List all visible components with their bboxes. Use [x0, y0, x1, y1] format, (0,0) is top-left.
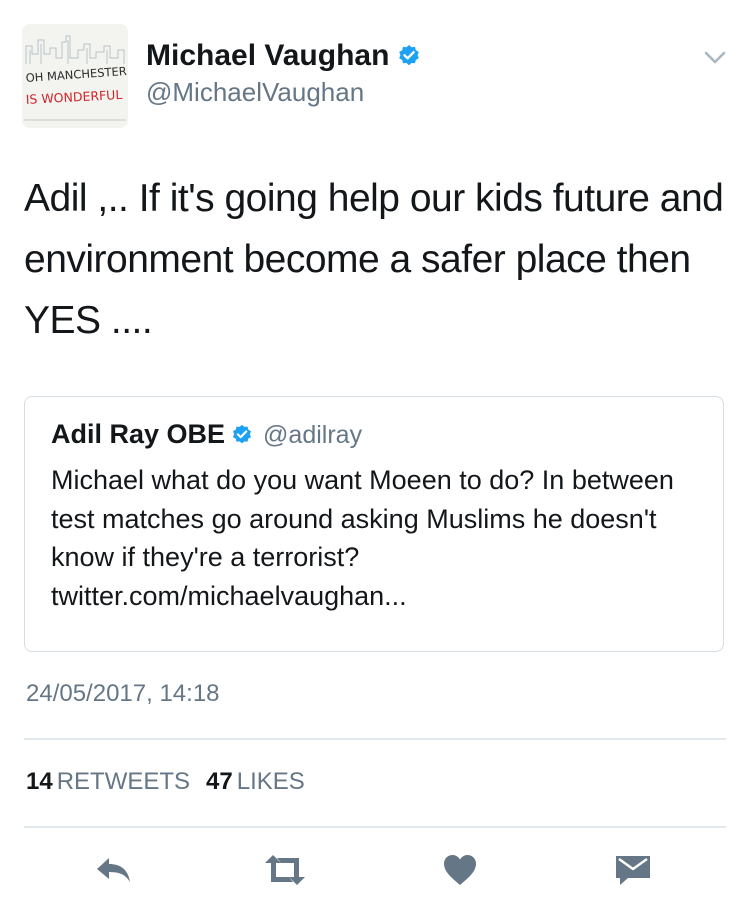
- tweet-text: Adil ,.. If it's going help our kids fut…: [24, 177, 724, 342]
- avatar-image: OH MANCHESTER IS WONDERFUL: [22, 24, 128, 128]
- author-handle[interactable]: @MichaelVaughan: [146, 76, 364, 108]
- quoted-author-handle: @adilray: [263, 421, 363, 449]
- likes-label[interactable]: LIKES: [237, 768, 305, 795]
- message-icon: [616, 856, 650, 885]
- quoted-tweet-header: Adil Ray OBE @adilray: [51, 417, 362, 451]
- caret-down-icon[interactable]: [702, 48, 728, 68]
- avatar[interactable]: OH MANCHESTER IS WONDERFUL: [22, 24, 128, 128]
- quoted-author-name: Adil Ray OBE: [51, 419, 226, 449]
- quoted-tweet-text: Michael what do you want Moeen to do? In…: [51, 465, 674, 611]
- tweet-stats: 14 RETWEETS 47 LIKES: [26, 766, 321, 798]
- retweets-count[interactable]: 14: [26, 768, 53, 795]
- retweet-button[interactable]: [263, 850, 307, 890]
- author-name-text[interactable]: Michael Vaughan: [146, 39, 389, 72]
- message-button[interactable]: [611, 850, 655, 890]
- likes-count[interactable]: 47: [206, 768, 233, 795]
- like-icon: [444, 855, 476, 885]
- like-button[interactable]: [438, 850, 482, 890]
- quoted-tweet[interactable]: Adil Ray OBE @adilray Michael what do yo…: [24, 396, 724, 652]
- reply-button[interactable]: [92, 850, 136, 890]
- verified-icon: [231, 424, 253, 451]
- divider: [24, 738, 726, 740]
- retweet-icon: [265, 855, 305, 885]
- reply-icon: [97, 858, 130, 882]
- retweets-label[interactable]: RETWEETS: [57, 768, 190, 795]
- verified-icon: [397, 41, 421, 77]
- divider: [24, 826, 726, 828]
- tweet-timestamp: 24/05/2017, 14:18: [26, 680, 220, 707]
- author-name[interactable]: Michael Vaughan: [146, 38, 421, 77]
